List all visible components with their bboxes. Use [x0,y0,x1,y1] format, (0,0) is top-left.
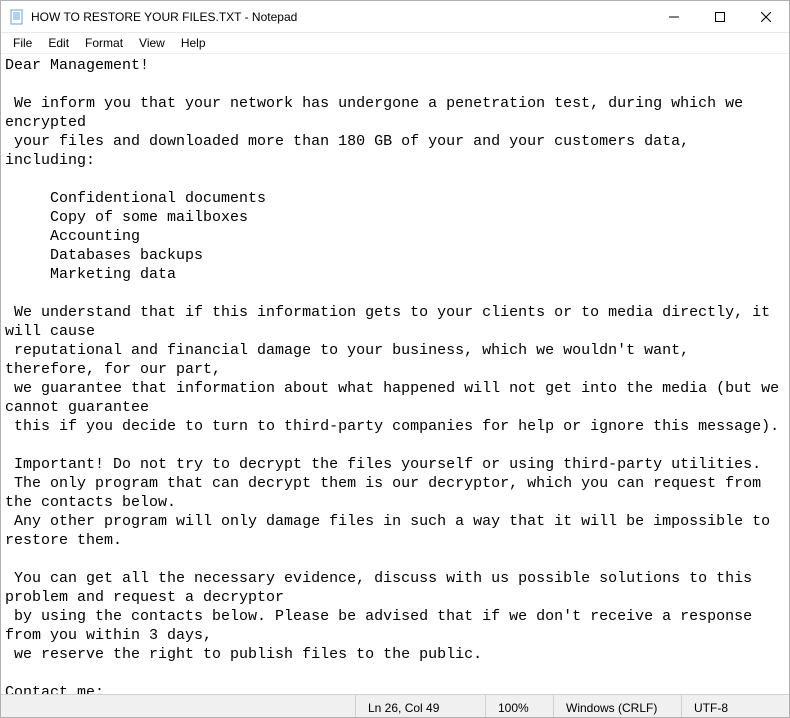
menu-edit[interactable]: Edit [40,34,77,52]
statusbar: Ln 26, Col 49 100% Windows (CRLF) UTF-8 [1,694,789,717]
window-title: HOW TO RESTORE YOUR FILES.TXT - Notepad [31,10,651,24]
notepad-icon [9,9,25,25]
status-encoding: UTF-8 [681,695,789,717]
menubar: File Edit Format View Help [1,33,789,54]
minimize-button[interactable] [651,1,697,33]
maximize-button[interactable] [697,1,743,33]
text-editor[interactable]: Dear Management! We inform you that your… [1,54,789,694]
status-line-ending: Windows (CRLF) [553,695,681,717]
menu-file[interactable]: File [5,34,40,52]
status-spacer [1,695,355,717]
notepad-window: HOW TO RESTORE YOUR FILES.TXT - Notepad … [0,0,790,718]
titlebar: HOW TO RESTORE YOUR FILES.TXT - Notepad [1,1,789,33]
status-zoom: 100% [485,695,553,717]
status-position: Ln 26, Col 49 [355,695,485,717]
menu-view[interactable]: View [131,34,173,52]
window-controls [651,1,789,32]
close-button[interactable] [743,1,789,33]
menu-format[interactable]: Format [77,34,131,52]
menu-help[interactable]: Help [173,34,214,52]
